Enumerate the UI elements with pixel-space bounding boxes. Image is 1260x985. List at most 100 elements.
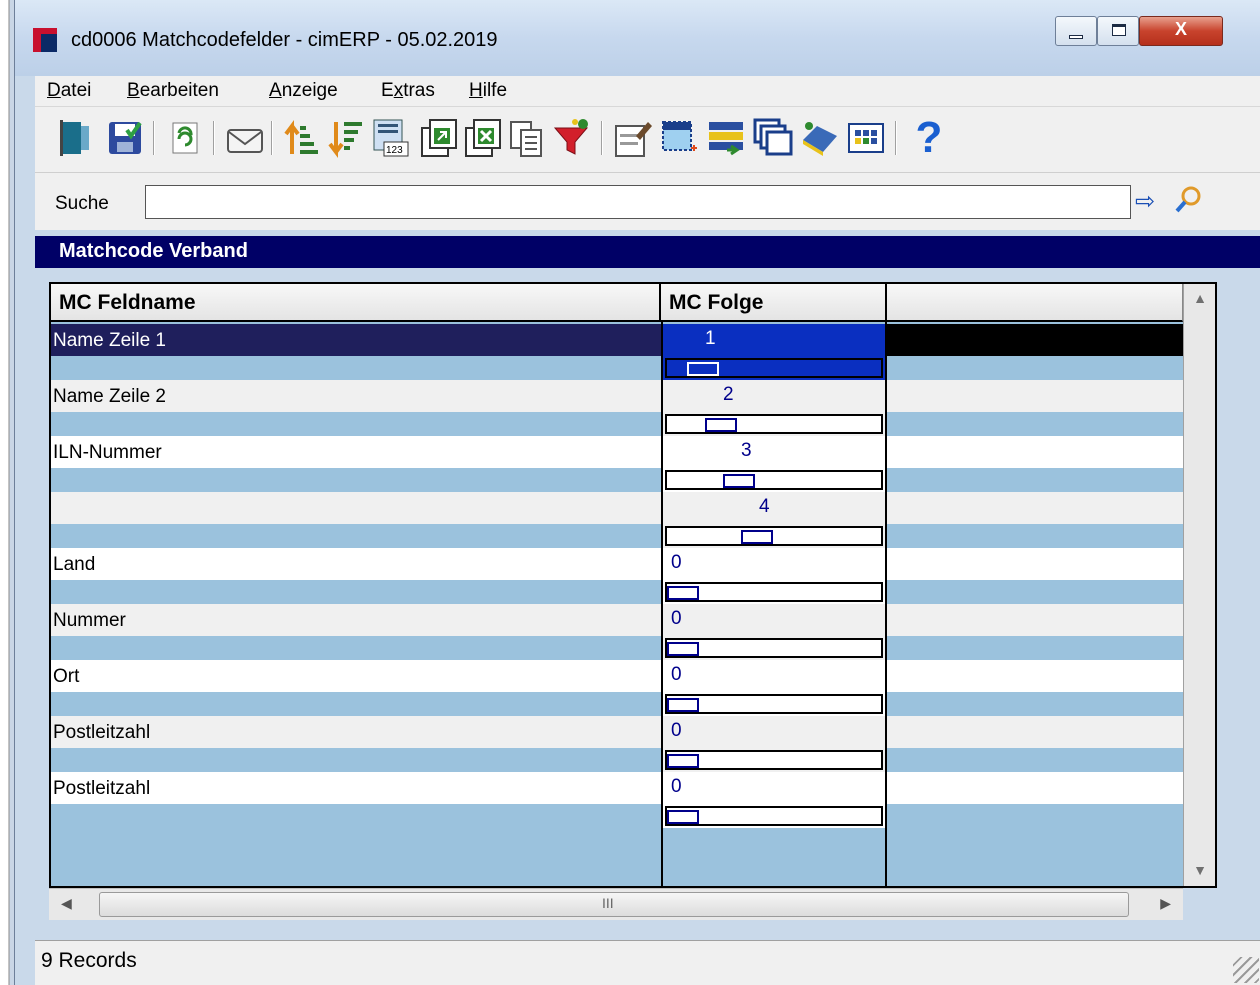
windows-icon[interactable] xyxy=(753,115,793,161)
column-header-mc-feldname[interactable]: MC Feldname xyxy=(51,284,661,322)
select-area-icon[interactable] xyxy=(659,115,699,161)
mc-feldname-cell[interactable]: Land xyxy=(53,554,95,576)
mc-folge-cell[interactable]: 0 xyxy=(661,660,887,716)
search-label: Suche xyxy=(55,193,109,214)
mc-folge-slider[interactable] xyxy=(665,750,883,770)
minimize-button[interactable] xyxy=(1055,16,1097,46)
slider-thumb[interactable] xyxy=(667,810,699,824)
column-header-mc-folge[interactable]: MC Folge xyxy=(661,284,887,322)
save-icon[interactable] xyxy=(105,115,145,161)
mc-folge-cell[interactable]: 0 xyxy=(661,716,887,772)
mc-folge-slider[interactable] xyxy=(665,638,883,658)
close-button[interactable]: X xyxy=(1139,16,1223,46)
mc-feldname-cell[interactable]: Name Zeile 1 xyxy=(53,330,166,352)
grid-view-icon[interactable] xyxy=(847,115,887,161)
mc-feldname-cell[interactable]: Postleitzahl xyxy=(53,722,150,744)
mc-feldname-cell[interactable]: Ort xyxy=(53,666,79,688)
column-header-empty[interactable] xyxy=(887,284,1183,322)
book-icon[interactable] xyxy=(799,115,839,161)
mc-folge-slider[interactable] xyxy=(665,526,883,546)
slider-thumb[interactable] xyxy=(723,474,755,488)
menu-hilfe[interactable]: Hilfe xyxy=(469,80,507,102)
mc-folge-slider[interactable] xyxy=(665,582,883,602)
email-icon[interactable] xyxy=(225,115,265,161)
mc-folge-value: 0 xyxy=(671,776,682,797)
menu-datei[interactable]: Datei xyxy=(47,80,91,102)
vertical-scrollbar[interactable]: ▲ ▼ xyxy=(1183,284,1215,886)
mc-folge-slider[interactable] xyxy=(665,414,883,434)
arrow-right-icon[interactable]: ⇨ xyxy=(1135,187,1155,216)
transfer-icon[interactable] xyxy=(707,115,747,161)
horizontal-scroll-thumb[interactable]: III xyxy=(99,892,1129,917)
mc-folge-value: 0 xyxy=(671,664,682,685)
mc-feldname-cell[interactable]: Name Zeile 2 xyxy=(53,386,166,408)
mc-folge-cell[interactable]: 1 xyxy=(661,324,887,380)
mc-feldname-cell[interactable]: Postleitzahl xyxy=(53,778,150,800)
search-icon[interactable] xyxy=(1173,185,1203,222)
table-row[interactable]: Nummer 0 xyxy=(51,604,1183,660)
slider-thumb[interactable] xyxy=(705,418,737,432)
refresh-icon[interactable] xyxy=(165,115,205,161)
slider-thumb[interactable] xyxy=(667,754,699,768)
mc-folge-slider[interactable] xyxy=(665,806,883,826)
toolbar: 123 ? xyxy=(35,106,1260,172)
scroll-right-icon[interactable]: ▶ xyxy=(1160,895,1171,912)
exit-icon[interactable] xyxy=(57,115,97,161)
table-row[interactable]: Name Zeile 2 2 xyxy=(51,380,1183,436)
maximize-button[interactable] xyxy=(1097,16,1139,46)
table-row[interactable]: Ort 0 xyxy=(51,660,1183,716)
mc-folge-slider[interactable] xyxy=(665,358,883,378)
menu-extras[interactable]: Extras xyxy=(381,80,435,102)
table-row[interactable]: Land 0 xyxy=(51,548,1183,604)
mc-feldname-cell[interactable]: ILN-Nummer xyxy=(53,442,162,464)
menu-bearbeiten[interactable]: Bearbeiten xyxy=(127,80,219,102)
mc-folge-cell[interactable]: 0 xyxy=(661,604,887,660)
resize-grip-icon[interactable] xyxy=(1233,957,1259,983)
table-row[interactable]: Postleitzahl 0 xyxy=(51,772,1183,828)
mc-folge-cell[interactable]: 0 xyxy=(661,772,887,828)
matchcode-grid: MC Feldname MC Folge Name Zeile 1 1 Name Z… xyxy=(49,282,1217,888)
search-bar: Suche ⇨ xyxy=(35,172,1260,230)
section-header: Matchcode Verband xyxy=(35,236,1260,268)
excel-export-icon[interactable] xyxy=(463,115,503,161)
edit-icon[interactable] xyxy=(613,115,653,161)
mc-folge-value: 0 xyxy=(671,720,682,741)
mc-folge-cell[interactable]: 0 xyxy=(661,548,887,604)
scroll-down-icon[interactable]: ▼ xyxy=(1184,856,1215,886)
scroll-grip: III xyxy=(602,895,614,911)
filter-icon[interactable] xyxy=(553,115,593,161)
mc-folge-cell[interactable]: 3 xyxy=(661,436,887,492)
mc-folge-slider[interactable] xyxy=(665,470,883,490)
mc-folge-cell[interactable]: 4 xyxy=(661,492,887,548)
mc-folge-slider[interactable] xyxy=(665,694,883,714)
scroll-up-icon[interactable]: ▲ xyxy=(1184,284,1215,314)
search-input[interactable] xyxy=(145,185,1131,219)
menu-anzeige[interactable]: Anzeige xyxy=(269,80,338,102)
slider-thumb[interactable] xyxy=(667,698,699,712)
minimize-icon xyxy=(1069,35,1083,39)
sort-ascending-icon[interactable] xyxy=(281,115,321,161)
slider-thumb[interactable] xyxy=(687,362,719,376)
mc-feldname-cell[interactable]: Nummer xyxy=(53,610,126,632)
slider-thumb[interactable] xyxy=(667,586,699,600)
numbering-icon[interactable]: 123 xyxy=(371,115,411,161)
horizontal-scrollbar[interactable]: ◀ III ▶ xyxy=(49,888,1183,920)
table-row[interactable]: Name Zeile 1 1 xyxy=(51,324,1183,380)
table-row[interactable]: ILN-Nummer 3 xyxy=(51,436,1183,492)
menu-bar: Datei Bearbeiten Anzeige Extras Hilfe xyxy=(35,76,1260,106)
title-bar[interactable]: cd0006 Matchcodefelder - cimERP - 05.02.… xyxy=(15,0,1260,76)
mc-folge-cell[interactable]: 2 xyxy=(661,380,887,436)
window-title: cd0006 Matchcodefelder - cimERP - 05.02.… xyxy=(71,29,498,51)
slider-thumb[interactable] xyxy=(667,642,699,656)
maximize-icon xyxy=(1112,24,1126,36)
copy-icon[interactable] xyxy=(507,115,547,161)
slider-thumb[interactable] xyxy=(741,530,773,544)
status-bar: 9 Records xyxy=(35,940,1260,985)
scroll-left-icon[interactable]: ◀ xyxy=(61,895,72,912)
mc-folge-value: 1 xyxy=(705,328,716,349)
export-icon[interactable] xyxy=(419,115,459,161)
sort-descending-icon[interactable] xyxy=(325,115,365,161)
table-row[interactable]: 4 xyxy=(51,492,1183,548)
help-icon[interactable]: ? xyxy=(909,115,949,161)
table-row[interactable]: Postleitzahl 0 xyxy=(51,716,1183,772)
